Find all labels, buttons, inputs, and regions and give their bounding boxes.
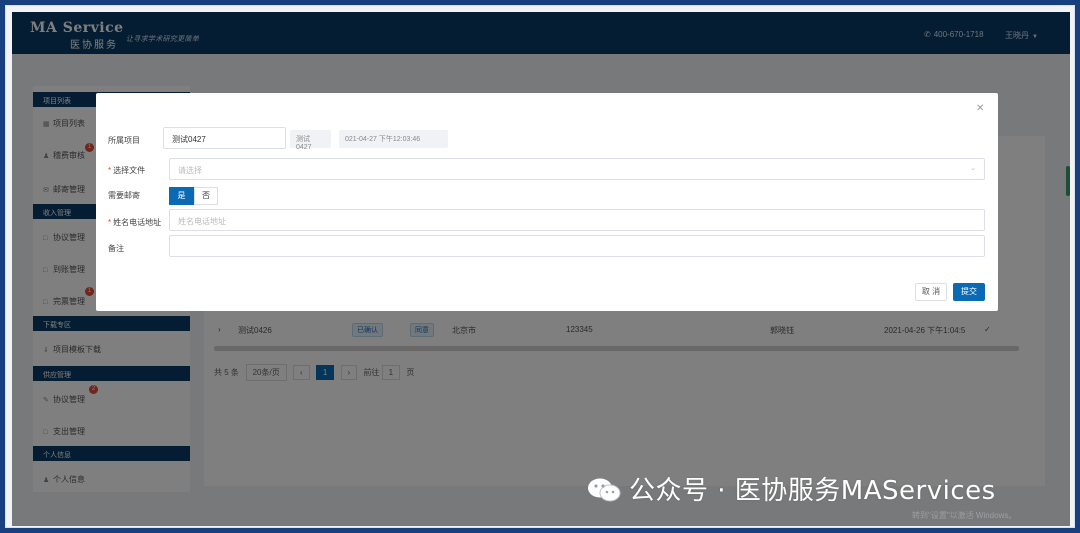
mail-no-button[interactable]: 否	[194, 187, 218, 205]
submit-button[interactable]: 提交	[953, 283, 985, 301]
close-icon[interactable]: ✕	[976, 103, 984, 114]
project-input[interactable]: 测试0427	[163, 127, 286, 149]
watermark-text: 公众号 · 医协服务MAServices	[629, 476, 996, 506]
window: MA Service 医协服务 让寻求学术研究更简单 ✆400-670-1718…	[5, 5, 1075, 528]
file-select-placeholder: 请选择	[178, 166, 202, 175]
app-screen: MA Service 医协服务 让寻求学术研究更简单 ✆400-670-1718…	[12, 12, 1070, 526]
screenshot-frame: MA Service 医协服务 让寻求学术研究更简单 ✆400-670-1718…	[0, 0, 1080, 533]
windows-activation-text: 转到"设置"以激活 Windows。	[912, 511, 1017, 520]
address-input[interactable]: 姓名电话地址	[169, 209, 985, 231]
cancel-button[interactable]: 取 消	[915, 283, 947, 301]
address-label: * 姓名电话地址	[108, 218, 162, 227]
remark-label: 备注	[108, 244, 124, 253]
mail-label: 需要邮寄	[108, 191, 140, 200]
chevron-down-icon: ⌄	[970, 165, 976, 172]
project-time-field: 021-04-27 下午12:03:46	[339, 130, 448, 148]
project-label: 所属项目	[108, 136, 140, 145]
upload-dialog: ✕ 所属项目 测试0427 测试0427 021-04-27 下午12:03:4…	[96, 93, 998, 311]
remark-input[interactable]	[169, 235, 985, 257]
project-code-field: 测试0427	[290, 130, 331, 151]
mail-yes-button[interactable]: 是	[169, 187, 194, 205]
file-label: * 选择文件	[108, 166, 146, 175]
wechat-icon	[588, 478, 621, 502]
file-select[interactable]: 请选择 ⌄	[169, 158, 985, 180]
watermark: 公众号 · 医协服务MAServices	[587, 470, 996, 507]
